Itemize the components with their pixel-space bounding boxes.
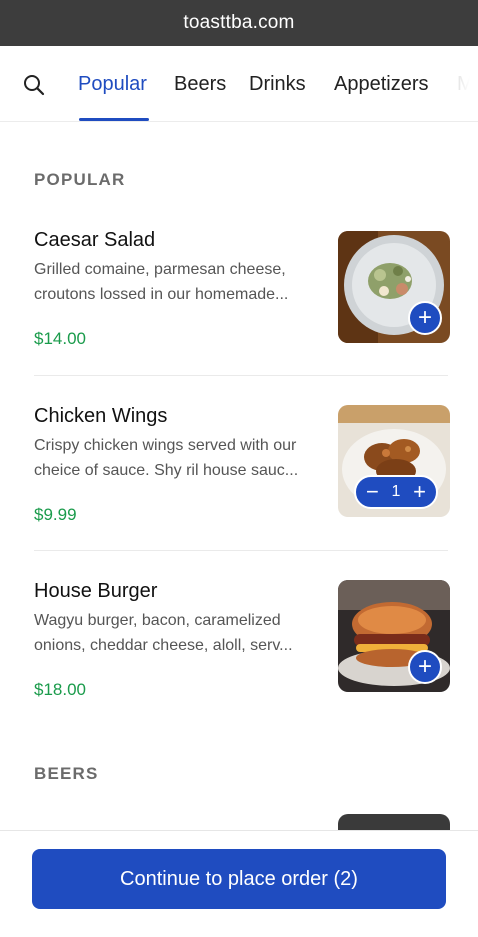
menu-item-house-burger[interactable]: House Burger Wagyu burger, bacon, carame… xyxy=(34,580,450,720)
tab-beers[interactable]: Beers xyxy=(174,73,226,96)
item-price: $14.00 xyxy=(34,329,86,348)
browser-url-bar[interactable]: toasttba.com xyxy=(0,0,478,46)
tab-popular[interactable]: Popular xyxy=(78,73,147,96)
item-description: Crispy chicken wings served with our che… xyxy=(34,437,299,479)
item-divider xyxy=(34,375,448,376)
active-tab-indicator xyxy=(79,118,149,121)
section-title-beers: BEERS xyxy=(34,764,99,783)
continue-to-place-order-button[interactable]: Continue to place order (2) xyxy=(32,849,446,909)
url-text: toasttba.com xyxy=(183,12,295,33)
section-title-popular: POPULAR xyxy=(34,170,126,189)
item-divider xyxy=(34,550,448,551)
item-price: $18.00 xyxy=(34,680,86,699)
item-name: House Burger xyxy=(34,580,158,602)
tabs-fade xyxy=(438,46,478,121)
category-tabs: Popular Beers Drinks Appetizers Me xyxy=(0,46,478,121)
item-name: Caesar Salad xyxy=(34,229,156,251)
plus-icon: + xyxy=(417,653,432,680)
plus-icon[interactable]: + xyxy=(413,481,426,503)
order-footer: Continue to place order (2) xyxy=(0,830,478,937)
add-caesar-salad-button[interactable]: + xyxy=(408,301,442,335)
tab-appetizers[interactable]: Appetizers xyxy=(334,73,429,96)
item-description: Wagyu burger, bacon, caramelized onions,… xyxy=(34,612,293,654)
chicken-wings-quantity-stepper[interactable]: − 1 + xyxy=(354,475,438,509)
minus-icon[interactable]: − xyxy=(366,481,379,503)
category-nav: Popular Beers Drinks Appetizers Me xyxy=(0,46,478,122)
item-price: $9.99 xyxy=(34,505,77,524)
add-house-burger-button[interactable]: + xyxy=(408,650,442,684)
menu-item-chicken-wings[interactable]: Chicken Wings Crispy chicken wings serve… xyxy=(34,405,450,545)
menu-item-caesar-salad[interactable]: Caesar Salad Grilled comaine, parmesan c… xyxy=(34,229,450,369)
quantity-value: 1 xyxy=(391,483,401,500)
item-description: Grilled comaine, parmesan cheese, crouto… xyxy=(34,261,289,303)
plus-icon: + xyxy=(417,304,432,331)
item-name: Chicken Wings xyxy=(34,405,168,427)
tab-drinks[interactable]: Drinks xyxy=(249,73,306,96)
item-image-beer-partial xyxy=(338,814,450,830)
